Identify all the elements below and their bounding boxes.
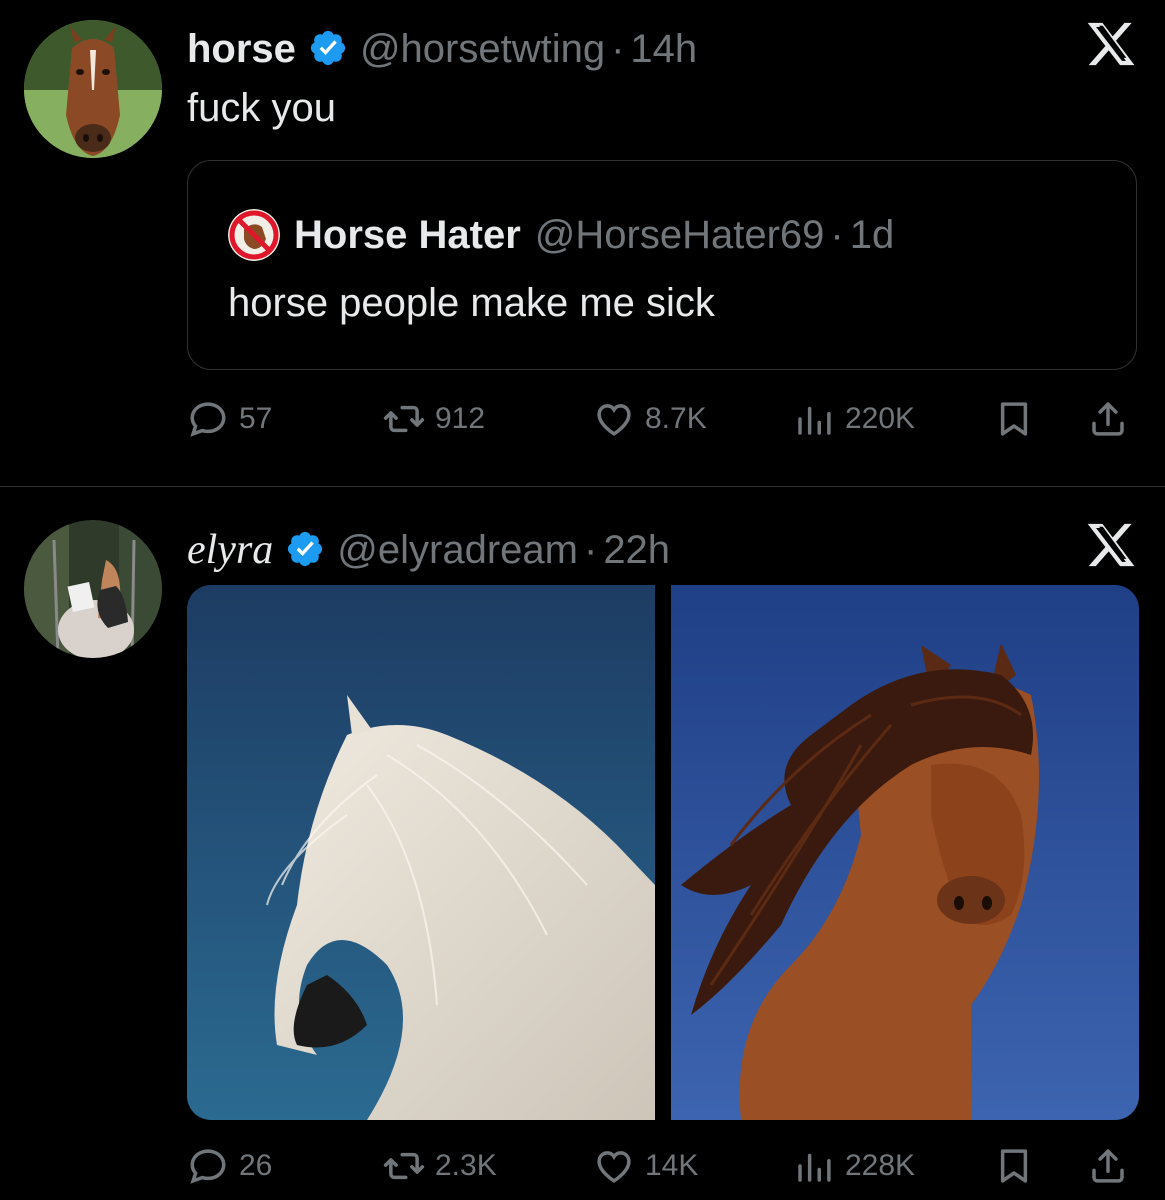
like-count: 14K <box>645 1149 699 1182</box>
handle[interactable]: @elyradream <box>337 528 578 573</box>
like-button[interactable]: 14K <box>593 1145 698 1187</box>
tweet-text: fuck you <box>187 86 336 130</box>
verified-badge-icon <box>308 28 348 68</box>
reply-button[interactable]: 57 <box>187 398 272 440</box>
display-name[interactable]: elyra <box>187 526 273 574</box>
share-icon <box>1087 398 1129 440</box>
views-button[interactable]: 220K <box>793 398 915 440</box>
handle[interactable]: @horsetwting <box>360 27 605 72</box>
action-bar: 57 912 8.7K 220K <box>187 398 1137 448</box>
separator-dot: · <box>583 528 598 572</box>
timestamp[interactable]: 14h <box>630 27 697 72</box>
views-button[interactable]: 228K <box>793 1145 915 1187</box>
quote-text: horse people make me sick <box>228 281 715 325</box>
photo-brown-horse[interactable] <box>671 585 1139 1120</box>
verified-badge-icon <box>285 529 325 569</box>
quote-timestamp[interactable]: 1d <box>850 213 895 258</box>
reply-count: 57 <box>239 402 273 435</box>
bookmark-button[interactable] <box>993 1145 1035 1187</box>
bookmark-icon <box>993 1145 1035 1187</box>
views-icon <box>793 1145 835 1187</box>
x-logo-icon <box>1085 18 1137 70</box>
tweet-elyra[interactable]: elyra @elyradream · 22h 26 2.3K 14K 228K <box>0 487 1165 1200</box>
like-icon <box>593 1145 635 1187</box>
share-button[interactable] <box>1087 398 1129 440</box>
view-count: 220K <box>845 402 916 435</box>
tweet-header: elyra @elyradream · 22h <box>187 523 670 574</box>
views-icon <box>793 398 835 440</box>
tweet-header: horse @horsetwting · 14h <box>187 22 697 72</box>
bookmark-button[interactable] <box>993 398 1035 440</box>
tweet-horse[interactable]: horse @horsetwting · 14h fuck you Horse … <box>0 0 1165 486</box>
repost-button[interactable]: 912 <box>383 398 485 440</box>
repost-icon <box>383 398 425 440</box>
avatar <box>228 209 280 261</box>
separator-dot: · <box>830 212 844 257</box>
view-count: 228K <box>845 1149 916 1182</box>
like-icon <box>593 398 635 440</box>
avatar[interactable] <box>24 20 162 158</box>
photo-white-horse[interactable] <box>187 585 655 1120</box>
quote-header: Horse Hater @HorseHater69 · 1d <box>228 209 894 261</box>
share-button[interactable] <box>1087 1145 1129 1187</box>
quoted-tweet[interactable]: Horse Hater @HorseHater69 · 1d horse peo… <box>187 160 1137 370</box>
separator-dot: · <box>611 27 625 71</box>
quote-display-name[interactable]: Horse Hater <box>294 213 521 258</box>
repost-count: 2.3K <box>435 1149 497 1182</box>
bookmark-icon <box>993 398 1035 440</box>
repost-count: 912 <box>435 402 486 435</box>
reply-icon <box>187 398 229 440</box>
reply-button[interactable]: 26 <box>187 1145 272 1187</box>
avatar[interactable] <box>24 520 162 658</box>
display-name[interactable]: horse <box>187 27 296 72</box>
reply-count: 26 <box>239 1149 273 1182</box>
like-count: 8.7K <box>645 402 707 435</box>
x-logo-icon <box>1085 519 1137 571</box>
timestamp[interactable]: 22h <box>603 528 670 573</box>
repost-button[interactable]: 2.3K <box>383 1145 497 1187</box>
share-icon <box>1087 1145 1129 1187</box>
quote-handle[interactable]: @HorseHater69 <box>535 213 825 258</box>
media-grid <box>187 585 1139 1120</box>
media-divider <box>655 585 671 1120</box>
repost-icon <box>383 1145 425 1187</box>
action-bar: 26 2.3K 14K 228K <box>187 1145 1137 1195</box>
reply-icon <box>187 1145 229 1187</box>
like-button[interactable]: 8.7K <box>593 398 707 440</box>
